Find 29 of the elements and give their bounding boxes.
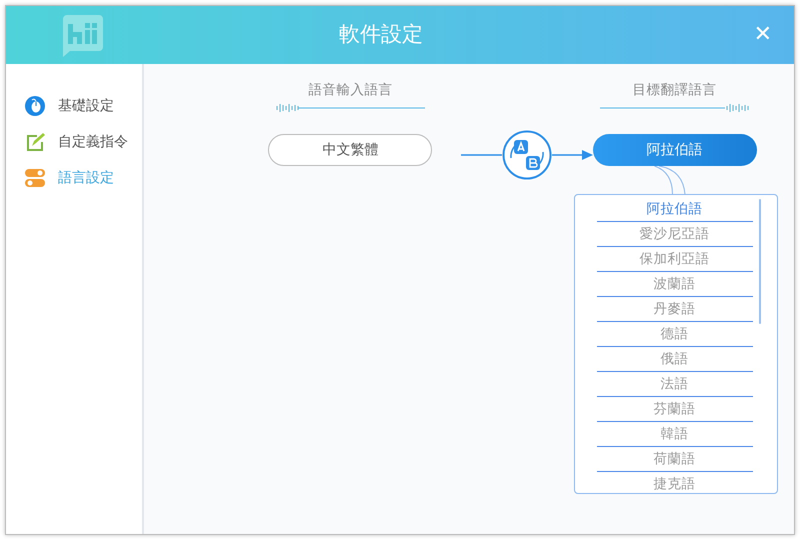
language-option[interactable]: 德語 [596,322,752,348]
sidebar-item[interactable]: 自定義指令 [6,124,142,160]
language-option[interactable]: 韓語 [596,422,752,448]
sound-wave-line-icon [275,103,426,114]
close-button[interactable]: ✕ [750,22,776,48]
arrow-connector [552,149,592,161]
target-language-dropdown[interactable]: 阿拉伯語 [592,134,756,166]
language-option[interactable]: 法語 [596,372,752,398]
language-option[interactable]: 丹麥語 [596,297,752,322]
sidebar-item[interactable]: 語言設定 [6,160,142,196]
target-heading: 目標翻譯語言 [632,81,716,100]
edit-icon [24,131,46,153]
sidebar-item[interactable]: 基礎設定 [6,88,142,124]
language-option[interactable]: 俄語 [596,347,752,372]
sound-wave-line-icon [600,103,750,114]
mouse-icon [24,95,46,117]
source-language-field[interactable]: 中文繁體 [268,134,432,166]
window-title: 軟件設定 [338,21,424,48]
language-option[interactable]: 波蘭語 [596,272,752,298]
source-heading: 語音輸入語言 [308,81,392,100]
swap-language-icon[interactable] [502,130,552,180]
language-option[interactable]: 阿拉伯語 [596,197,752,222]
scrollbar[interactable] [758,199,760,324]
language-option[interactable]: 保加利亞語 [596,247,752,272]
toggle-icon [24,167,46,189]
language-option[interactable]: 荷蘭語 [596,447,752,472]
language-option[interactable]: 芬蘭語 [596,397,752,422]
language-option[interactable]: 愛沙尼亞語 [596,222,752,248]
language-option[interactable]: 捷克語 [596,472,752,494]
